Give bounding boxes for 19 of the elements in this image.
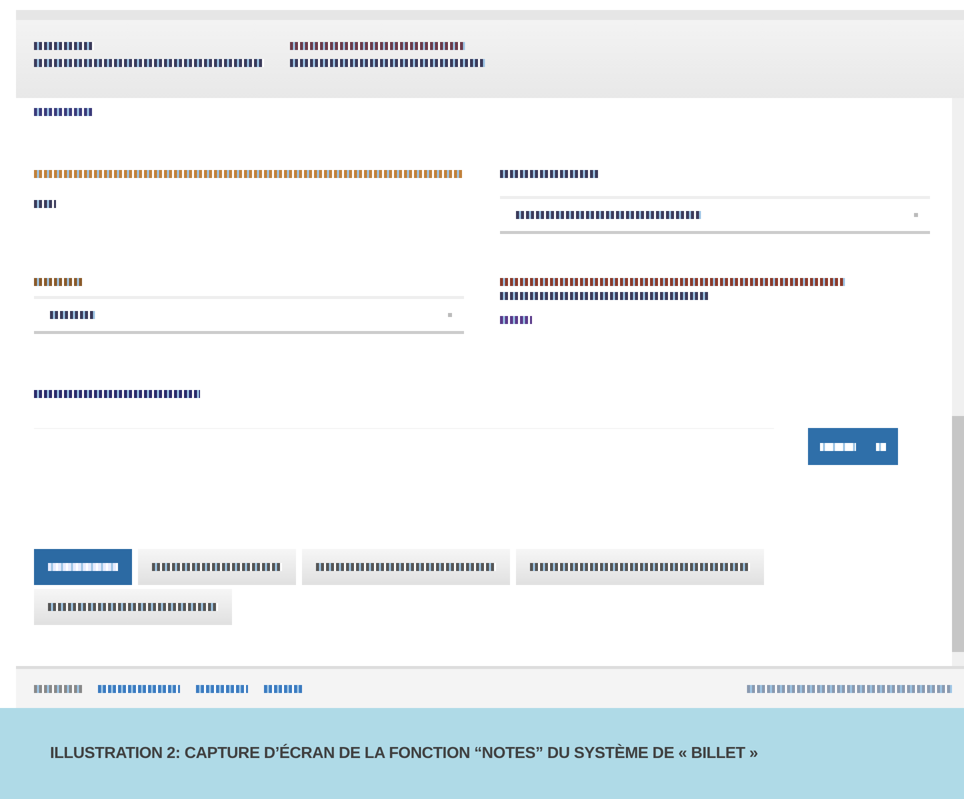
tab[interactable] xyxy=(34,589,232,625)
save-dropdown-button[interactable] xyxy=(808,428,898,465)
illegible-text xyxy=(34,200,56,208)
tab[interactable] xyxy=(138,549,296,585)
tab[interactable] xyxy=(34,549,132,585)
dropdown-field[interactable] xyxy=(34,296,464,334)
illegible-text xyxy=(34,278,82,286)
illegible-text xyxy=(264,684,302,692)
tab[interactable] xyxy=(516,549,764,585)
illegible-text xyxy=(500,316,532,324)
illegible-text xyxy=(34,42,94,50)
figure-caption: ILLUSTRATION 2: CAPTURE D’ÉCRAN DE LA FONCTION “NOTES” DU SYSTÈME DE « BILLET » xyxy=(50,744,758,762)
illegible-text xyxy=(34,684,82,692)
illegible-text xyxy=(196,684,248,692)
tab[interactable] xyxy=(302,549,510,585)
illegible-text xyxy=(34,108,92,116)
illegible-text xyxy=(50,311,95,319)
scrollbar[interactable] xyxy=(952,98,964,666)
dropdown-field[interactable] xyxy=(500,196,930,234)
